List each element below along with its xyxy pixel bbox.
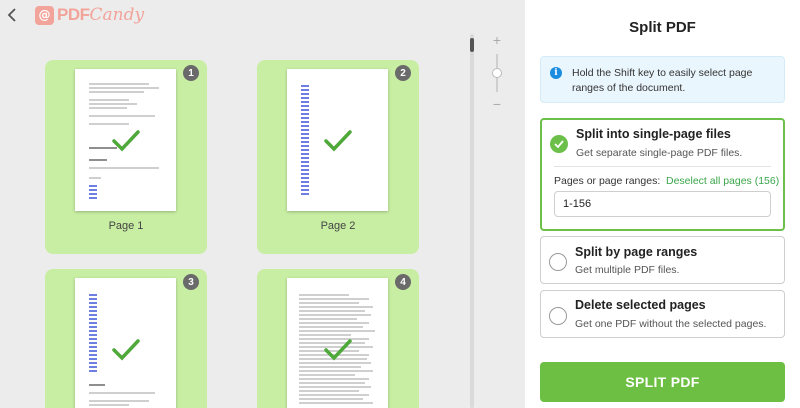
split-pdf-button[interactable]: SPLIT PDF: [540, 362, 785, 402]
page-preview: [287, 278, 388, 408]
check-mark-icon: [324, 339, 352, 361]
option-subtitle: Get multiple PDF files.: [575, 264, 680, 276]
page-thumbnail-4[interactable]: 4: [257, 269, 419, 408]
page-thumbnail-1[interactable]: 1 Page 1: [45, 60, 207, 254]
page-label: Page 1: [108, 220, 144, 232]
split-options-panel: Split PDF i Hold the Shift key to easily…: [525, 0, 800, 408]
option-title: Split into single-page files: [576, 127, 731, 141]
page-preview: [287, 69, 388, 211]
check-mark-icon: [112, 339, 140, 361]
zoom-in-icon[interactable]: +: [491, 33, 503, 47]
page-label: Page 2: [320, 220, 356, 232]
option-title: Split by page ranges: [575, 245, 698, 259]
zoom-out-icon[interactable]: −: [491, 97, 503, 111]
page-thumbnail-2[interactable]: 2 Page 2: [257, 60, 419, 254]
logo-mark-icon: @: [35, 5, 54, 25]
option-subtitle: Get one PDF without the selected pages.: [575, 318, 767, 330]
page-range-input[interactable]: [554, 191, 771, 217]
page-thumbnail-3[interactable]: 3: [45, 269, 207, 408]
logo-text-candy: Candy: [89, 5, 145, 25]
logo-text-pdf: PDF: [57, 5, 90, 24]
zoom-slider-handle[interactable]: [492, 68, 502, 78]
page-number-badge: 2: [395, 65, 411, 81]
page-preview: [75, 69, 176, 211]
pdfcandy-logo[interactable]: @ PDF Candy: [35, 5, 144, 25]
check-mark-icon: [324, 130, 352, 152]
check-mark-icon: [112, 130, 140, 152]
info-box: i Hold the Shift key to easily select pa…: [540, 56, 785, 103]
page-number-badge: 3: [183, 274, 199, 290]
info-text: Hold the Shift key to easily select page…: [572, 67, 753, 94]
page-number-badge: 4: [395, 274, 411, 290]
back-arrow-icon[interactable]: [6, 6, 20, 24]
page-preview: [75, 278, 176, 408]
panel-title: Split PDF: [629, 19, 696, 36]
vertical-scrollbar[interactable]: [470, 34, 474, 408]
page-number-badge: 1: [183, 65, 199, 81]
divider: [554, 166, 771, 167]
page-grid-area: @ PDF Candy 1 Page 1 2 Page 2 3 4 + −: [0, 0, 525, 408]
scrollbar-thumb[interactable]: [470, 38, 474, 52]
radio-button[interactable]: [549, 307, 567, 325]
pages-range-label: Pages or page ranges:: [554, 175, 661, 187]
option-page-ranges[interactable]: Split by page ranges Get multiple PDF fi…: [540, 236, 785, 284]
deselect-all-link[interactable]: Deselect all pages (156): [666, 175, 779, 187]
option-single-page[interactable]: Split into single-page files Get separat…: [540, 118, 785, 231]
option-delete-pages[interactable]: Delete selected pages Get one PDF withou…: [540, 290, 785, 338]
radio-button[interactable]: [549, 253, 567, 271]
radio-selected-check-icon[interactable]: [550, 135, 568, 153]
option-subtitle: Get separate single-page PDF files.: [576, 147, 743, 159]
top-bar: @ PDF Candy: [0, 0, 525, 32]
option-title: Delete selected pages: [575, 298, 706, 312]
info-icon: i: [550, 67, 562, 79]
